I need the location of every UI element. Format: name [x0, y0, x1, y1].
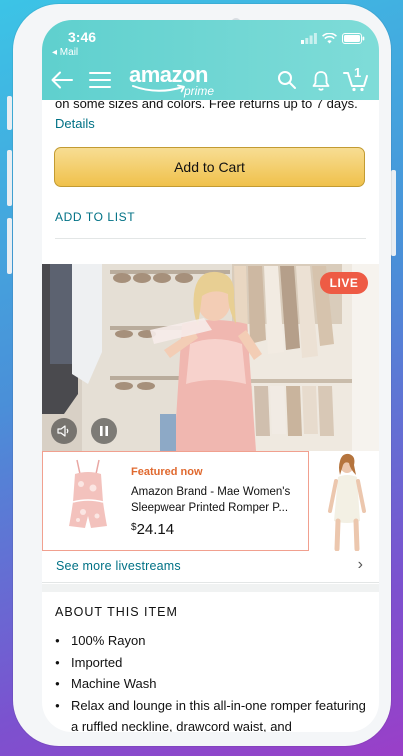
back-to-mail-link[interactable]: ◂ Mail	[52, 47, 78, 58]
live-badge: LIVE	[320, 272, 368, 294]
featured-product-card[interactable]: Featured now Amazon Brand - Mae Women's …	[42, 451, 309, 551]
hamburger-icon	[89, 72, 111, 88]
smile-icon	[132, 84, 185, 93]
chevron-right-icon: ›	[357, 556, 363, 573]
livestream-video[interactable]: LIVE	[42, 264, 379, 451]
volume-down-button	[7, 218, 12, 274]
list-item: Imported	[55, 652, 367, 674]
about-item-list: 100% Rayon Imported Machine Wash Relax a…	[55, 630, 367, 732]
see-more-livestreams-label: See more livestreams	[56, 559, 181, 573]
romper-product-image	[53, 456, 123, 546]
model-product-image	[316, 451, 379, 551]
phone-screen: 3:46 ◂ Mail amazon prime 1 on some sizes…	[42, 20, 379, 732]
add-to-list-link[interactable]: ADD TO LIST	[55, 210, 135, 224]
section-divider	[55, 238, 366, 239]
pause-button[interactable]	[91, 418, 117, 444]
signal-icon	[301, 32, 317, 44]
shipping-returns-text: on some sizes and colors. Free returns u…	[55, 100, 375, 134]
price-currency: $	[131, 522, 137, 533]
status-time: 3:46	[68, 29, 97, 45]
list-item: 100% Rayon	[55, 630, 367, 652]
featured-product-price: $24.14	[131, 521, 174, 538]
mute-button[interactable]	[51, 418, 77, 444]
power-button	[391, 170, 396, 256]
add-to-cart-button[interactable]: Add to Cart	[54, 147, 365, 187]
battery-icon	[342, 32, 365, 44]
pause-icon	[100, 426, 108, 436]
section-separator	[42, 584, 379, 592]
nav-bar: amazon prime 1	[42, 60, 379, 100]
volume-up-button	[7, 150, 12, 206]
arrow-left-icon	[51, 71, 73, 89]
wifi-icon	[322, 32, 337, 43]
about-item-heading: ABOUT THIS ITEM	[55, 605, 178, 619]
menu-button[interactable]	[86, 66, 114, 94]
cart-button[interactable]: 1	[342, 65, 370, 94]
next-product-card[interactable]	[316, 451, 379, 551]
app-header: 3:46 ◂ Mail amazon prime 1	[42, 20, 379, 100]
amazon-prime-logo[interactable]: amazon prime	[129, 63, 221, 99]
featured-now-label: Featured now	[131, 466, 203, 478]
phone-frame: 3:46 ◂ Mail amazon prime 1 on some sizes…	[13, 4, 391, 746]
search-button[interactable]	[273, 66, 301, 94]
details-link[interactable]: Details	[55, 116, 95, 131]
see-more-livestreams-link[interactable]: See more livestreams ›	[42, 551, 379, 583]
cart-count: 1	[354, 65, 362, 80]
back-button[interactable]	[48, 66, 76, 94]
notifications-button[interactable]	[307, 66, 335, 94]
logo-prime-text: prime	[184, 84, 215, 98]
product-content: on some sizes and colors. Free returns u…	[42, 100, 379, 732]
list-item: Machine Wash	[55, 673, 367, 695]
featured-product-title[interactable]: Amazon Brand - Mae Women's Sleepwear Pri…	[131, 484, 301, 516]
list-item: Relax and lounge in this all-in-one romp…	[55, 695, 367, 733]
price-amount: 24.14	[136, 521, 175, 538]
speaker-icon	[57, 425, 69, 437]
bell-icon	[312, 70, 330, 91]
search-icon	[278, 71, 296, 89]
status-icons	[301, 31, 365, 45]
shipping-text: on some sizes and colors. Free returns u…	[55, 100, 358, 111]
silent-switch	[7, 96, 12, 130]
